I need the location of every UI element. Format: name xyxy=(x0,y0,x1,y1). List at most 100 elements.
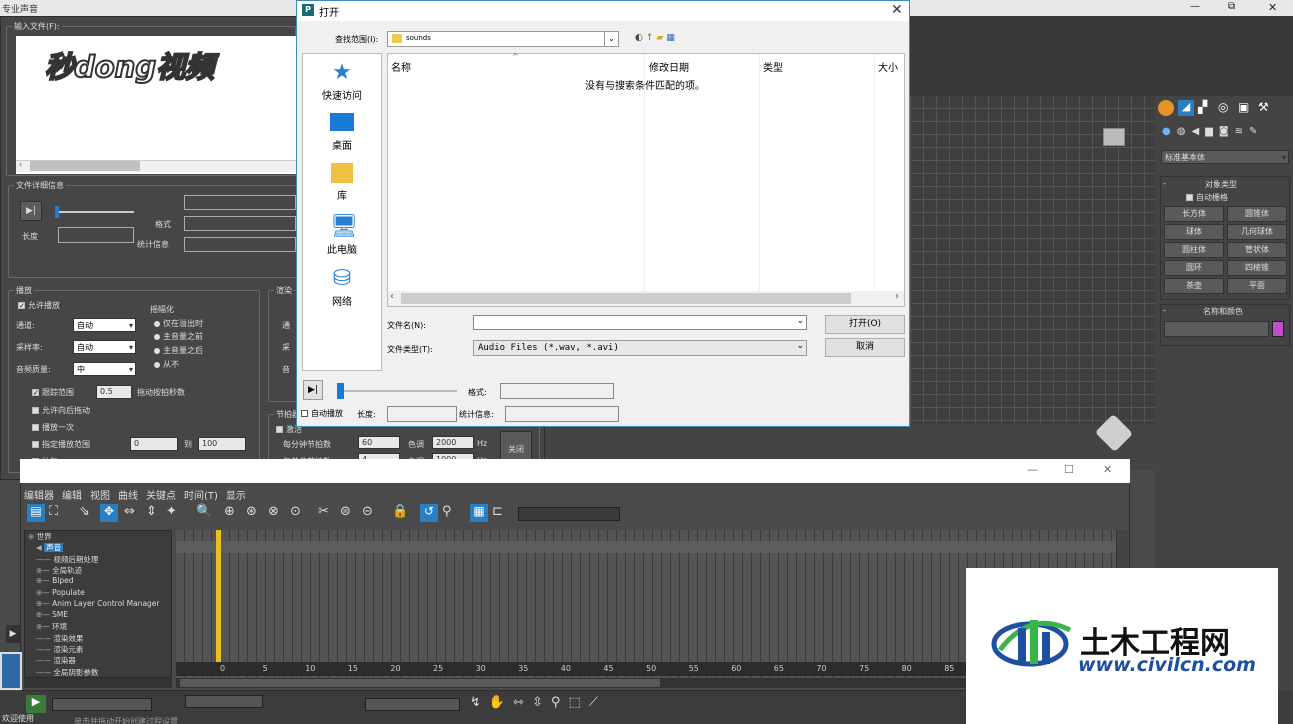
systems-icon[interactable]: ✎ xyxy=(1249,126,1263,137)
zoom-bottom-icon[interactable]: ⚲ xyxy=(551,695,569,710)
col-type-header[interactable]: 类型 xyxy=(763,59,783,74)
col-name-header[interactable]: 名称 xyxy=(391,59,411,74)
preview-slider-track[interactable] xyxy=(341,390,457,392)
snap-frames-icon[interactable]: ↺ xyxy=(420,504,438,522)
tree-item-6[interactable]: ⊕— Anim Layer Control Manager xyxy=(36,599,160,608)
track-close-button[interactable]: ✕ xyxy=(1103,463,1112,476)
tree-item-0[interactable]: ⊕ 世界 xyxy=(28,531,52,542)
col-date-header[interactable]: 修改日期 xyxy=(649,59,689,74)
helpers-icon[interactable]: ◙ xyxy=(1219,126,1235,137)
move-keys-icon[interactable]: ⇘ xyxy=(79,504,90,519)
fit-h-icon[interactable]: ⇿ xyxy=(513,695,532,710)
lookin-select[interactable]: sounds ⌄ xyxy=(387,31,619,47)
tangent-icon[interactable]: ⊗ xyxy=(268,504,279,519)
name-color-title[interactable]: 名称和颜色 xyxy=(1203,306,1243,317)
filetype-dropdown-icon[interactable]: ⌄ xyxy=(796,341,804,351)
bottom-field-1[interactable] xyxy=(52,698,152,711)
tone1-spinner[interactable]: 2000 xyxy=(432,436,474,449)
nav-desktop[interactable]: 桌面 xyxy=(302,113,382,152)
shapes-icon[interactable]: ◍ xyxy=(1177,126,1192,137)
filename-input[interactable]: ⌄ xyxy=(473,315,807,330)
tree-item-3-expander[interactable]: ⊕— xyxy=(36,566,52,575)
clip-option-1[interactable]: 主音量之前 xyxy=(154,331,203,342)
track-min-button[interactable]: — xyxy=(1027,463,1038,476)
scroll-left-arrow-icon[interactable]: ‹ xyxy=(19,160,22,169)
input-hscrollbar-thumb[interactable] xyxy=(30,161,140,171)
geometry-icon[interactable]: ● xyxy=(1162,126,1177,137)
primitive-button-3[interactable]: 几何球体 xyxy=(1227,224,1287,240)
filename-dropdown-icon[interactable]: ⌄ xyxy=(796,316,804,326)
hand-icon[interactable]: ✋ xyxy=(489,695,513,710)
col-size-header[interactable]: 大小 xyxy=(878,59,898,74)
tree-item-1[interactable]: ◀ 声音 xyxy=(36,542,64,553)
tree-item-11-expander[interactable]: —— xyxy=(36,656,53,665)
bottom-field-3[interactable] xyxy=(365,698,460,711)
tree-item-12[interactable]: —— 全局阴影参数 xyxy=(36,667,98,678)
hierarchy-tab-icon[interactable]: ▞ xyxy=(1198,100,1214,116)
clip-option-0[interactable]: 仅在溢出时 xyxy=(154,318,203,329)
window-maximize-button[interactable]: ⧉ xyxy=(1228,1,1235,12)
left-expand-button[interactable]: ▶ xyxy=(6,625,20,643)
spacewarps-icon[interactable]: ≋ xyxy=(1235,126,1249,137)
tree-item-8[interactable]: ⊕— 环境 xyxy=(36,621,67,632)
tree-hscrollbar[interactable] xyxy=(24,678,172,688)
tree-item-5[interactable]: ⊕— Populate xyxy=(36,588,85,597)
view-menu-icon[interactable]: ▦ xyxy=(666,33,678,43)
slide-keys-icon[interactable]: ✥ xyxy=(100,504,118,522)
preview-slider-thumb[interactable] xyxy=(337,383,344,399)
zoom-region-icon[interactable]: 🔍 xyxy=(196,504,212,519)
object-color-swatch[interactable] xyxy=(1272,321,1284,337)
open-button[interactable]: 打开(O) xyxy=(825,315,905,334)
scale-keys-icon[interactable]: ⇔ xyxy=(124,504,135,519)
cameras-icon[interactable]: ▆ xyxy=(1205,126,1219,137)
nav-network[interactable]: ⛁ 网络 xyxy=(302,267,382,309)
nav-this-pc[interactable]: 🖥 此电脑 xyxy=(302,215,382,257)
select-keys-icon[interactable]: ⛶ xyxy=(49,504,58,519)
filetype-select[interactable]: Audio Files (*.wav, *.avi) ⌄ xyxy=(473,340,807,356)
scrub-spinner[interactable]: 0.5 xyxy=(96,385,132,399)
add-key-icon[interactable]: ✦ xyxy=(166,504,177,519)
tree-item-1-expander[interactable]: ◀ xyxy=(36,543,44,552)
primitive-button-0[interactable]: 长方体 xyxy=(1164,206,1224,222)
pan-bottom-icon[interactable]: ⟋ xyxy=(589,695,606,710)
primitive-type-select[interactable]: 标准基本体 xyxy=(1161,150,1289,164)
cancel-button[interactable]: 取消 xyxy=(825,338,905,357)
pin-icon[interactable]: ⊙ xyxy=(290,504,301,519)
bpm-spinner[interactable]: 60 xyxy=(358,436,400,449)
tree-icon[interactable]: ⊏ xyxy=(492,504,503,519)
dialog-close-button[interactable]: ✕ xyxy=(891,2,903,18)
tree-item-4-expander[interactable]: ⊕— xyxy=(36,576,52,585)
dope-sheet-icon[interactable]: ▦ xyxy=(470,504,488,522)
nav-library[interactable]: 库 xyxy=(302,163,382,202)
dope-hscrollbar-thumb[interactable] xyxy=(180,679,660,687)
motion-tab-icon[interactable]: ◎ xyxy=(1218,100,1234,116)
tree-item-0-expander[interactable]: ⊕ xyxy=(28,532,37,541)
primitive-button-5[interactable]: 管状体 xyxy=(1227,242,1287,258)
tree-item-2[interactable]: —— 视频后期处理 xyxy=(36,554,98,565)
copy-icon[interactable]: ⊜ xyxy=(340,504,351,519)
tree-item-5-expander[interactable]: ⊕— xyxy=(36,588,52,597)
tree-item-2-expander[interactable]: —— xyxy=(36,555,53,564)
left-side-thumbnail[interactable] xyxy=(0,652,22,690)
scroll-right-icon[interactable]: › xyxy=(895,291,899,302)
menu-item-3[interactable]: 曲线 xyxy=(118,491,138,502)
tree-item-3[interactable]: ⊕— 全局轨迹 xyxy=(36,565,82,576)
object-type-collapse[interactable]: - xyxy=(1163,179,1166,188)
curve-icon[interactable]: ↯ xyxy=(470,695,489,710)
primitive-button-6[interactable]: 圆环 xyxy=(1164,260,1224,276)
tree-item-9-expander[interactable]: —— xyxy=(36,634,53,643)
menu-item-5[interactable]: 时间(T) xyxy=(184,491,218,502)
allow-back-checkbox[interactable]: 允许向后拖动 xyxy=(32,405,90,416)
primitive-button-9[interactable]: 平面 xyxy=(1227,278,1287,294)
preview-play-button[interactable]: ▶| xyxy=(303,380,323,400)
new-folder-icon[interactable]: ▰ xyxy=(656,33,666,43)
allow-play-checkbox[interactable]: 允许播放 xyxy=(18,300,60,311)
autogrid-checkbox[interactable]: 自动栅格 xyxy=(1186,192,1228,203)
primitive-button-8[interactable]: 茶壶 xyxy=(1164,278,1224,294)
object-name-field[interactable] xyxy=(1164,321,1269,337)
back-icon[interactable]: ◐ xyxy=(635,33,646,43)
lights-icon[interactable]: ◀ xyxy=(1191,126,1205,137)
tree-item-11[interactable]: —— 渲染器 xyxy=(36,655,76,666)
tree-item-7[interactable]: ⊕— SME xyxy=(36,610,68,619)
menu-item-0[interactable]: 编辑器 xyxy=(24,491,54,502)
